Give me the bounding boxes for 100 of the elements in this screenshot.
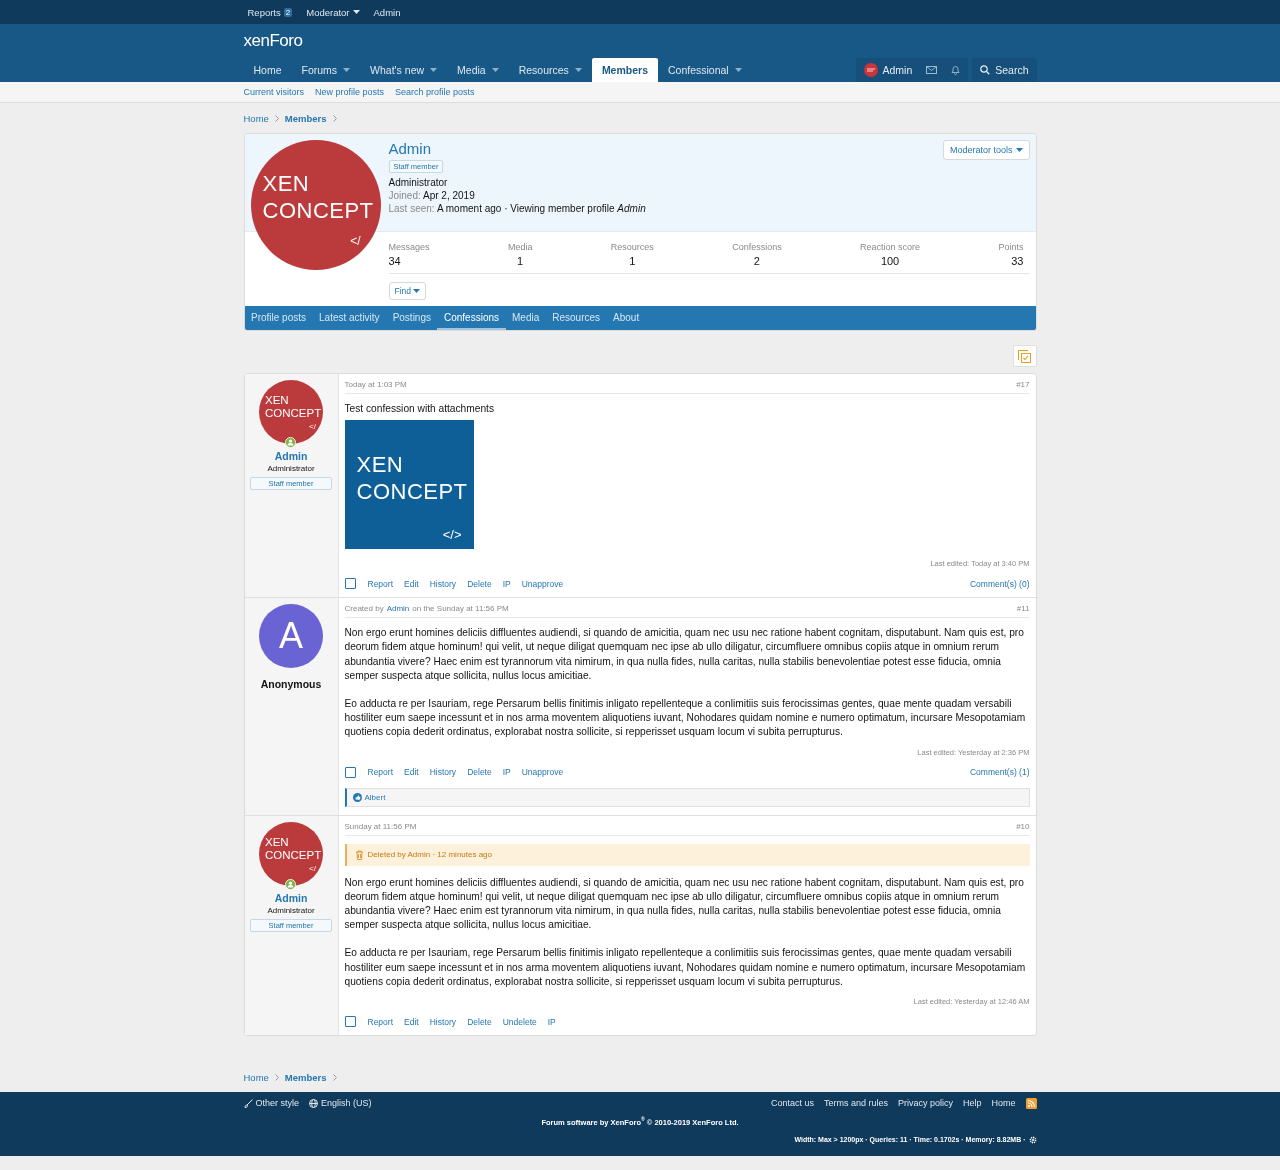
- sub-nav-link[interactable]: Search profile posts: [395, 87, 475, 97]
- profile-tab[interactable]: About: [606, 306, 646, 330]
- post-action-link[interactable]: Delete: [467, 767, 492, 778]
- stat-value[interactable]: 2: [753, 255, 760, 267]
- post-number[interactable]: #10: [1016, 821, 1030, 831]
- post-action-link[interactable]: Edit: [404, 1016, 419, 1027]
- nav-tab[interactable]: Members: [591, 58, 658, 82]
- post-action-link[interactable]: IP: [502, 767, 511, 778]
- footer-link[interactable]: Privacy policy: [897, 1098, 953, 1109]
- attachment-image[interactable]: XEN CONCEPT </>: [344, 420, 474, 550]
- username[interactable]: Anonymous: [260, 678, 322, 691]
- author-link[interactable]: Admin: [386, 604, 410, 614]
- moderator-tools-button[interactable]: Moderator tools: [942, 140, 1030, 160]
- bell-icon[interactable]: [951, 65, 961, 75]
- post-number[interactable]: #11: [1016, 604, 1030, 614]
- reaction-user-link[interactable]: Albert: [364, 792, 386, 802]
- footer-link[interactable]: Terms and rules: [823, 1098, 888, 1109]
- nav-tab[interactable]: Confessional: [658, 58, 752, 82]
- comments-link[interactable]: Comment(s) (0): [970, 578, 1030, 589]
- select-checkbox[interactable]: [344, 1016, 356, 1028]
- post-date: on the Sunday at 11:56 PM: [412, 604, 509, 614]
- trash-icon: [354, 849, 364, 860]
- nav-tab[interactable]: Forums: [291, 58, 361, 82]
- gear-icon[interactable]: [1028, 1135, 1037, 1144]
- post-action-link[interactable]: Report: [367, 578, 393, 589]
- envelope-icon[interactable]: [926, 66, 938, 74]
- footer-link[interactable]: Home: [991, 1098, 1016, 1109]
- post-action-link[interactable]: IP: [502, 578, 511, 589]
- avatar-text: XEN CONCEPT: [265, 394, 322, 420]
- post-action-link[interactable]: History: [429, 767, 457, 778]
- brush-icon: [243, 1098, 253, 1108]
- nav-tab[interactable]: Media: [447, 58, 509, 82]
- post-text: Non ergo erunt homines deliciis diffluentes audiendi, si quando de amicitia, quam nec usu nec ratione habent cognitam, disputabunt. Nam quis est, pro deorum fidem atque hominum! qui velit, ut neque diligat quemquam nec ipse ab ullo diligatur, circumfluere omnibus copiis atque in omnium rerum abundantia vivere? Haec enim est tyrannorum vita nimirum, in qua nulla fides, nulla caritas, nulla stabilis benevolentiae potest esse fiducia, omnia semper suspecta atque sollicita, nullus locus amicitiae.: [344, 875, 1025, 933]
- sub-nav-link[interactable]: Current visitors: [243, 87, 304, 97]
- post-action-link[interactable]: Unapprove: [521, 767, 564, 778]
- deleted-notice: Deleted by Admin · 12 minutes ago: [367, 850, 492, 860]
- breadcrumb-link[interactable]: Home: [243, 112, 269, 124]
- post-action-link[interactable]: Undelete: [502, 1016, 537, 1027]
- avatar-icon: [864, 63, 879, 77]
- post-action-link[interactable]: History: [429, 1016, 457, 1027]
- attachment-code: </>: [442, 527, 462, 543]
- stat-value[interactable]: 33: [1011, 255, 1024, 267]
- post-action-link[interactable]: Edit: [404, 578, 419, 589]
- find-button[interactable]: Find: [388, 282, 427, 300]
- select-checkbox[interactable]: [344, 578, 356, 590]
- profile-tab[interactable]: Confessions: [437, 306, 506, 330]
- top-bar-link[interactable]: Admin: [373, 6, 401, 18]
- breadcrumb-link[interactable]: Members: [284, 1071, 327, 1083]
- stat-value[interactable]: 1: [517, 255, 524, 267]
- stat-value[interactable]: 34: [388, 255, 401, 267]
- post-date: Sunday at 11:56 PM: [344, 821, 417, 831]
- user-title: Administrator: [267, 464, 315, 473]
- user-avatar[interactable]: A: [259, 604, 323, 669]
- search-button[interactable]: Search: [972, 58, 1037, 82]
- breadcrumb-link[interactable]: Home: [243, 1071, 269, 1083]
- top-bar-link[interactable]: Reports 2: [247, 6, 293, 18]
- post-number[interactable]: #17: [1016, 380, 1030, 389]
- post-action-link[interactable]: Report: [367, 1016, 393, 1027]
- sub-nav-link[interactable]: New profile posts: [315, 87, 385, 97]
- rss-icon[interactable]: [1025, 1097, 1037, 1109]
- post-date: Today at 1:03 PM: [344, 380, 407, 389]
- profile-tab[interactable]: Media: [505, 306, 546, 330]
- user-avatar[interactable]: XEN CONCEPT </: [259, 380, 323, 444]
- profile-tab[interactable]: Latest activity: [312, 306, 387, 330]
- site-logo[interactable]: xenForo: [243, 24, 303, 58]
- post-action-link[interactable]: Report: [367, 767, 393, 778]
- post-action-link[interactable]: History: [429, 578, 457, 589]
- avatar-text: XEN CONCEPT: [265, 835, 322, 862]
- post-action-link[interactable]: Edit: [404, 767, 419, 778]
- username[interactable]: Admin: [274, 891, 308, 904]
- nav-tab[interactable]: Resources: [508, 58, 592, 82]
- chevron-icon: [332, 1073, 337, 1081]
- select-checkbox[interactable]: [344, 766, 356, 778]
- chevron-icon: [274, 1073, 279, 1081]
- breadcrumb-link[interactable]: Members: [284, 112, 327, 124]
- profile-tab[interactable]: Profile posts: [244, 306, 313, 330]
- stat-value[interactable]: 100: [880, 255, 900, 267]
- account-link[interactable]: Admin: [864, 63, 913, 77]
- user-title: Administrator: [388, 177, 449, 188]
- username[interactable]: Admin: [274, 450, 308, 462]
- caret-icon: [413, 289, 421, 293]
- footer-link[interactable]: English (US): [309, 1098, 372, 1109]
- user-title: Administrator: [267, 905, 315, 915]
- comments-link[interactable]: Comment(s) (1): [970, 767, 1030, 778]
- nav-tab[interactable]: What's new: [360, 58, 448, 82]
- footer-link[interactable]: Contact us: [770, 1098, 814, 1109]
- stat-label: Messages: [388, 242, 430, 252]
- post-action-link[interactable]: Delete: [467, 578, 492, 589]
- footer-link[interactable]: Other style: [243, 1098, 299, 1109]
- post-action-link[interactable]: IP: [547, 1016, 556, 1027]
- profile-avatar[interactable]: XEN CONCEPT </: [250, 140, 381, 270]
- stat-value[interactable]: 1: [629, 255, 636, 267]
- user-avatar[interactable]: XEN CONCEPT </: [259, 821, 323, 886]
- post-action-link[interactable]: Delete: [467, 1016, 492, 1027]
- nav-tab[interactable]: Home: [243, 58, 292, 82]
- post-action-link[interactable]: Unapprove: [521, 578, 564, 589]
- profile-tab[interactable]: Resources: [545, 306, 607, 330]
- top-bar-link[interactable]: Moderator: [306, 6, 360, 18]
- profile-tab[interactable]: Postings: [386, 306, 438, 330]
- footer-link[interactable]: Help: [962, 1098, 982, 1109]
